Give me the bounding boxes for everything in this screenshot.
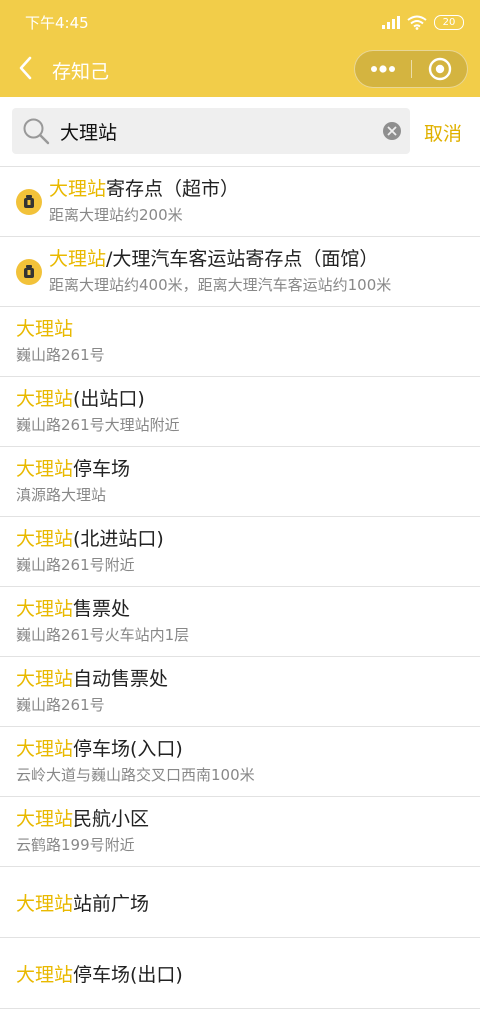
list-item[interactable]: 大理站寄存点（超市） 距离大理站约200米 [0, 167, 480, 237]
app-header: 下午4:45 20 存知己 [0, 0, 480, 97]
wifi-icon [407, 15, 427, 30]
result-address: 巍山路261号 [16, 696, 105, 714]
list-item[interactable]: 大理站停车场(入口) 云岭大道与巍山路交叉口西南100米 [0, 727, 480, 797]
result-highlight: 大理站 [16, 964, 74, 986]
results-list: 大理站寄存点（超市） 距离大理站约200米 大理站/大理汽车客运站寄存点（面馆）距… [0, 166, 480, 1009]
result-address: 云鹤路199号附近 [16, 836, 135, 854]
list-item[interactable]: 大理站/大理汽车客运站寄存点（面馆） 距离大理站约400米，距离大理汽车客运站约1… [0, 237, 480, 307]
signal-icon [382, 16, 400, 29]
search-icon [23, 118, 50, 145]
close-mini-program-button[interactable] [412, 51, 468, 87]
result-address: 距离大理站约200米 [49, 206, 183, 224]
list-item[interactable]: 大理站(出站口) 巍山路261号大理站附近 [0, 377, 480, 447]
target-close-icon [428, 57, 452, 81]
status-icons: 20 [382, 12, 464, 32]
more-dots-icon [371, 65, 395, 73]
result-address: 巍山路261号附近 [16, 556, 135, 574]
result-highlight: 大理站 [16, 668, 74, 690]
more-button[interactable] [355, 51, 411, 87]
list-item[interactable]: 大理站售票处巍山路261号火车站内1层 [0, 587, 480, 657]
result-name: 停车场(入口) [73, 738, 183, 760]
result-address: 云岭大道与巍山路交叉口西南100米 [16, 766, 255, 784]
list-item[interactable]: 大理站停车场(出口) [0, 938, 480, 1009]
result-name: 站前广场 [73, 893, 150, 915]
result-name: 售票处 [73, 598, 131, 620]
list-item[interactable]: 大理站自动售票处巍山路261号 [0, 657, 480, 727]
result-highlight: 大理站 [16, 808, 74, 830]
back-arrow-icon[interactable] [14, 54, 38, 82]
result-highlight: 大理站 [16, 388, 74, 410]
battery-icon: 20 [434, 14, 464, 30]
list-item[interactable]: 大理站停车场滇源路大理站 [0, 447, 480, 517]
result-name: 寄存点（超市） [106, 178, 240, 200]
result-highlight: 大理站 [16, 318, 74, 340]
result-highlight: 大理站 [16, 893, 74, 915]
luggage-storage-icon [16, 259, 42, 285]
result-highlight: 大理站 [16, 458, 74, 480]
result-name: (出站口) [73, 388, 145, 410]
search-input[interactable] [60, 116, 370, 146]
result-name: /大理汽车客运站寄存点（面馆） [106, 248, 379, 270]
result-name: 停车场(出口) [73, 964, 183, 986]
result-address: 距离大理站约400米，距离大理汽车客运站约100米 [49, 276, 392, 294]
result-address: 巍山路261号火车站内1层 [16, 626, 190, 644]
list-item[interactable]: 大理站巍山路261号 [0, 307, 480, 377]
page-title: 存知己 [52, 61, 110, 83]
luggage-storage-icon [16, 189, 42, 215]
list-item[interactable]: 大理站(北进站口) 巍山路261号附近 [0, 517, 480, 587]
result-highlight: 大理站 [16, 738, 74, 760]
search-bar [12, 108, 410, 154]
result-highlight: 大理站 [16, 528, 74, 550]
result-name: 民航小区 [73, 808, 150, 830]
result-name: (北进站口) [73, 528, 164, 550]
list-item[interactable]: 大理站民航小区云鹤路199号附近 [0, 797, 480, 867]
clear-icon[interactable] [382, 121, 402, 141]
result-name: 自动售票处 [73, 668, 169, 690]
result-address: 巍山路261号 [16, 346, 105, 364]
list-item[interactable]: 大理站站前广场 [0, 867, 480, 938]
result-name: 停车场 [73, 458, 131, 480]
result-address: 滇源路大理站 [16, 486, 107, 504]
status-time: 下午4:45 [25, 14, 89, 32]
result-highlight: 大理站 [49, 178, 107, 200]
result-highlight: 大理站 [49, 248, 107, 270]
mini-program-capsule [354, 50, 468, 88]
result-highlight: 大理站 [16, 598, 74, 620]
result-address: 巍山路261号大理站附近 [16, 416, 180, 434]
cancel-button[interactable]: 取消 [424, 119, 462, 146]
